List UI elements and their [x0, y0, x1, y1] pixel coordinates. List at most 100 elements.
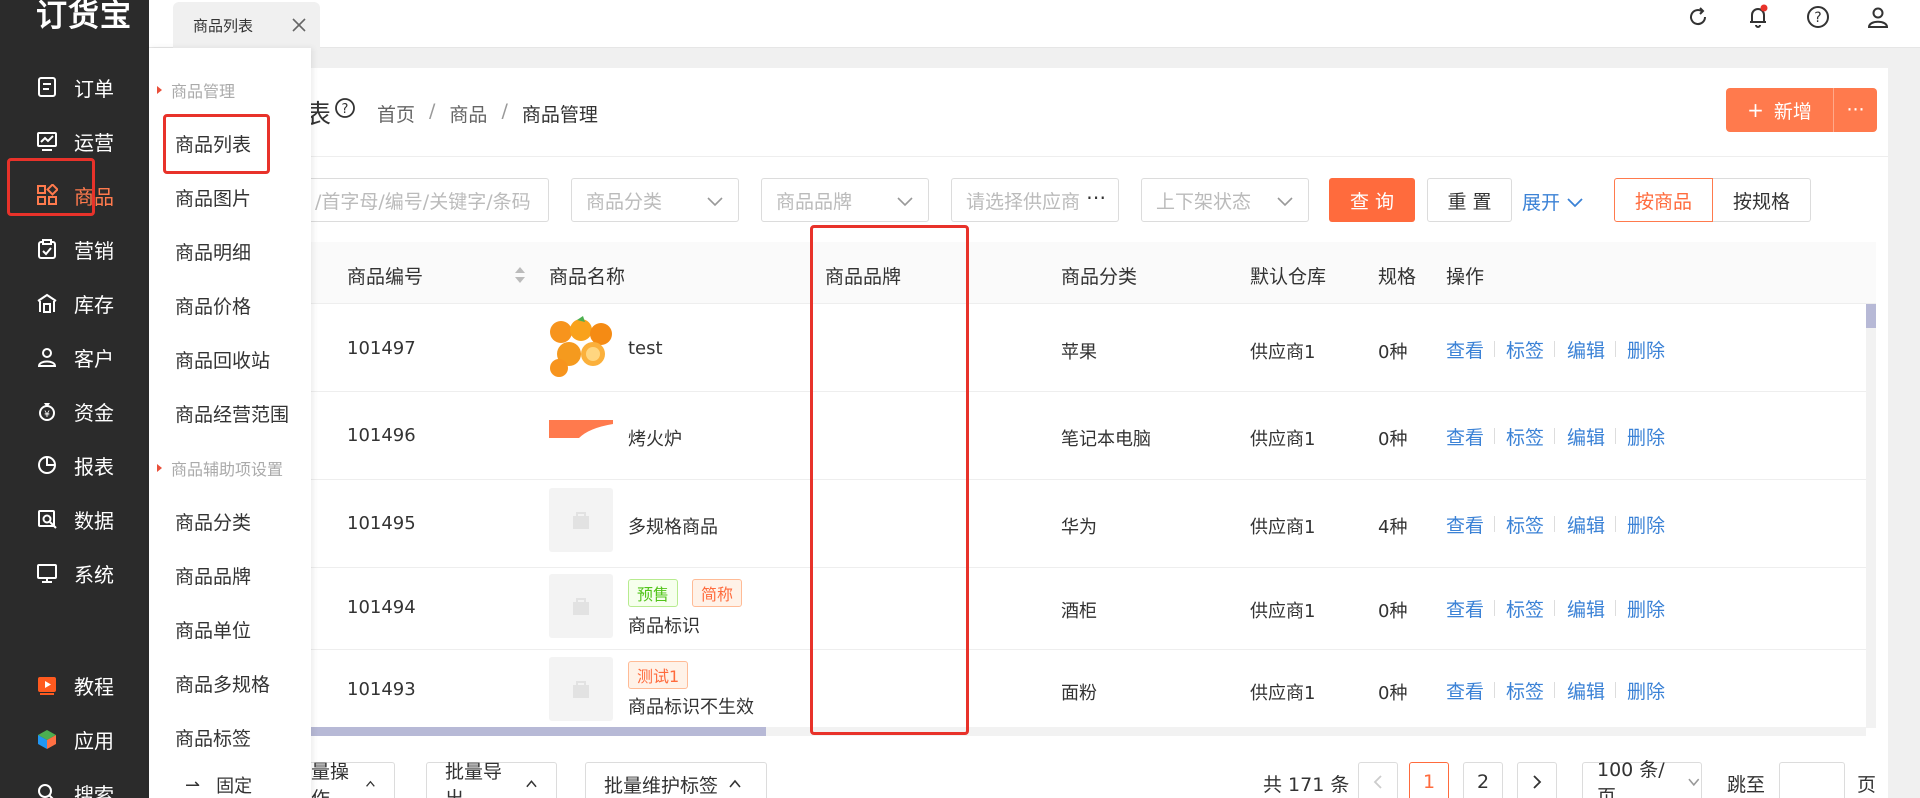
tag-link[interactable]: 标签 [1506, 511, 1544, 538]
horizontal-scrollbar-thumb[interactable] [300, 727, 766, 736]
delete-link[interactable]: 删除 [1627, 595, 1665, 622]
goods-name[interactable]: 商品标识不生效 [628, 693, 754, 719]
pin-toggle[interactable]: ⇀ 固定 [185, 772, 252, 798]
more-actions-button[interactable]: ··· [1833, 88, 1877, 132]
vertical-scrollbar-thumb[interactable] [1866, 304, 1876, 328]
goods-spec: 4种 [1378, 517, 1408, 538]
bell-icon[interactable] [1743, 2, 1773, 32]
view-link[interactable]: 查看 [1446, 511, 1484, 538]
edit-link[interactable]: 编辑 [1567, 595, 1605, 622]
close-icon[interactable] [292, 18, 306, 32]
tag-link[interactable]: 标签 [1506, 336, 1544, 363]
nav-item-operation[interactable]: 运营 [34, 121, 114, 161]
view-link[interactable]: 查看 [1446, 595, 1484, 622]
category-select[interactable]: 商品分类 [571, 178, 739, 222]
nav-item-tutorial[interactable]: 教程 [34, 665, 114, 705]
page-2-button[interactable]: 2 [1463, 762, 1503, 798]
col-header-code[interactable]: 商品编号 [347, 262, 423, 289]
breadcrumb-home[interactable]: 首页 [377, 100, 415, 127]
refresh-icon[interactable] [1683, 2, 1713, 32]
edit-link[interactable]: 编辑 [1567, 423, 1605, 450]
divider [1615, 428, 1616, 444]
reset-button[interactable]: 重 置 [1427, 178, 1512, 222]
next-page-button[interactable] [1517, 762, 1557, 798]
submenu-item-recycle-bin[interactable]: 商品回收站 [175, 346, 270, 373]
chevron-up-icon [366, 780, 375, 787]
delete-link[interactable]: 删除 [1627, 336, 1665, 363]
goods-name[interactable]: 商品标识 [628, 612, 700, 638]
page-size-select[interactable]: 100 条/页 [1582, 759, 1702, 798]
submenu-item-unit[interactable]: 商品单位 [175, 616, 251, 643]
goods-image-oranges[interactable] [549, 314, 613, 378]
nav-item-system[interactable]: 系统 [34, 553, 114, 593]
goods-name[interactable]: 多规格商品 [628, 513, 718, 539]
highlight-box-nav-goods [7, 158, 95, 216]
view-link[interactable]: 查看 [1446, 336, 1484, 363]
jump-page-input[interactable] [1779, 762, 1845, 798]
batch-tags-button[interactable]: 批量维护标签 [585, 762, 767, 798]
monitor-icon [34, 560, 60, 586]
submenu-item-brand[interactable]: 商品品牌 [175, 562, 251, 589]
nav-item-inventory[interactable]: 库存 [34, 283, 114, 323]
user-avatar-icon[interactable] [1863, 2, 1893, 32]
nav-item-apps[interactable]: 应用 [34, 719, 114, 759]
tag-link[interactable]: 标签 [1506, 423, 1544, 450]
supplier-select[interactable]: 请选择供应商 ⋯ [951, 178, 1119, 222]
submenu-item-business-scope[interactable]: 商品经营范围 [175, 400, 289, 427]
by-goods-toggle[interactable]: 按商品 [1614, 178, 1713, 222]
divider [1615, 682, 1616, 698]
nav-item-funds[interactable]: ¥ 资金 [34, 391, 114, 431]
goods-image-placeholder[interactable] [549, 657, 613, 721]
nav-label: 教程 [74, 674, 114, 699]
query-button[interactable]: 查 询 [1329, 178, 1415, 222]
view-link[interactable]: 查看 [1446, 677, 1484, 704]
divider [1615, 341, 1616, 357]
view-link[interactable]: 查看 [1446, 423, 1484, 450]
delete-link[interactable]: 删除 [1627, 677, 1665, 704]
help-icon[interactable]: ? [334, 97, 356, 119]
goods-name[interactable]: test [628, 338, 663, 359]
nav-item-customers[interactable]: 客户 [34, 337, 114, 377]
brand-select[interactable]: 商品品牌 [761, 178, 929, 222]
submenu-item-multi-spec[interactable]: 商品多规格 [175, 670, 270, 697]
goods-image-placeholder[interactable] [549, 488, 613, 552]
edit-link[interactable]: 编辑 [1567, 677, 1605, 704]
nav-item-orders[interactable]: 订单 [34, 67, 114, 107]
page-1-button[interactable]: 1 [1409, 762, 1449, 798]
submenu-item-goods-price[interactable]: 商品价格 [175, 292, 251, 319]
nav-item-data[interactable]: 数据 [34, 499, 114, 539]
sort-icon[interactable] [514, 265, 526, 285]
help-icon[interactable]: ? [1803, 2, 1833, 32]
submenu-item-tags[interactable]: 商品标签 [175, 724, 251, 751]
chevron-left-icon [1373, 775, 1382, 789]
delete-link[interactable]: 删除 [1627, 423, 1665, 450]
submenu-item-goods-details[interactable]: 商品明细 [175, 238, 251, 265]
goods-spec: 0种 [1378, 342, 1408, 363]
prev-page-button[interactable] [1358, 762, 1398, 798]
expand-toggle[interactable]: 展开 [1522, 188, 1584, 215]
goods-image-placeholder[interactable] [549, 574, 613, 638]
search-input[interactable]: /首字母/编号/关键字/条码 [276, 178, 549, 222]
by-spec-toggle[interactable]: 按规格 [1713, 178, 1811, 222]
cube-icon [34, 726, 60, 752]
goods-image-heater[interactable] [549, 404, 613, 468]
tab-goods-list[interactable]: 商品列表 [173, 2, 320, 48]
status-placeholder: 上下架状态 [1156, 190, 1252, 213]
tag-link[interactable]: 标签 [1506, 595, 1544, 622]
vertical-scrollbar[interactable] [1866, 304, 1876, 728]
submenu-item-goods-images[interactable]: 商品图片 [175, 184, 251, 211]
submenu-item-category[interactable]: 商品分类 [175, 508, 251, 535]
edit-link[interactable]: 编辑 [1567, 336, 1605, 363]
batch-export-button[interactable]: 批量导出 [426, 761, 557, 798]
nav-item-search[interactable]: 搜索 [34, 773, 114, 798]
delete-link[interactable]: 删除 [1627, 511, 1665, 538]
edit-link[interactable]: 编辑 [1567, 511, 1605, 538]
divider [1494, 600, 1495, 616]
nav-item-marketing[interactable]: 营销 [34, 229, 114, 269]
nav-item-reports[interactable]: 报表 [34, 445, 114, 485]
breadcrumb-goods[interactable]: 商品 [449, 100, 487, 127]
goods-name[interactable]: 烤火炉 [628, 425, 682, 451]
status-select[interactable]: 上下架状态 [1141, 178, 1309, 222]
add-button[interactable]: + 新增 [1726, 88, 1833, 132]
tag-link[interactable]: 标签 [1506, 677, 1544, 704]
